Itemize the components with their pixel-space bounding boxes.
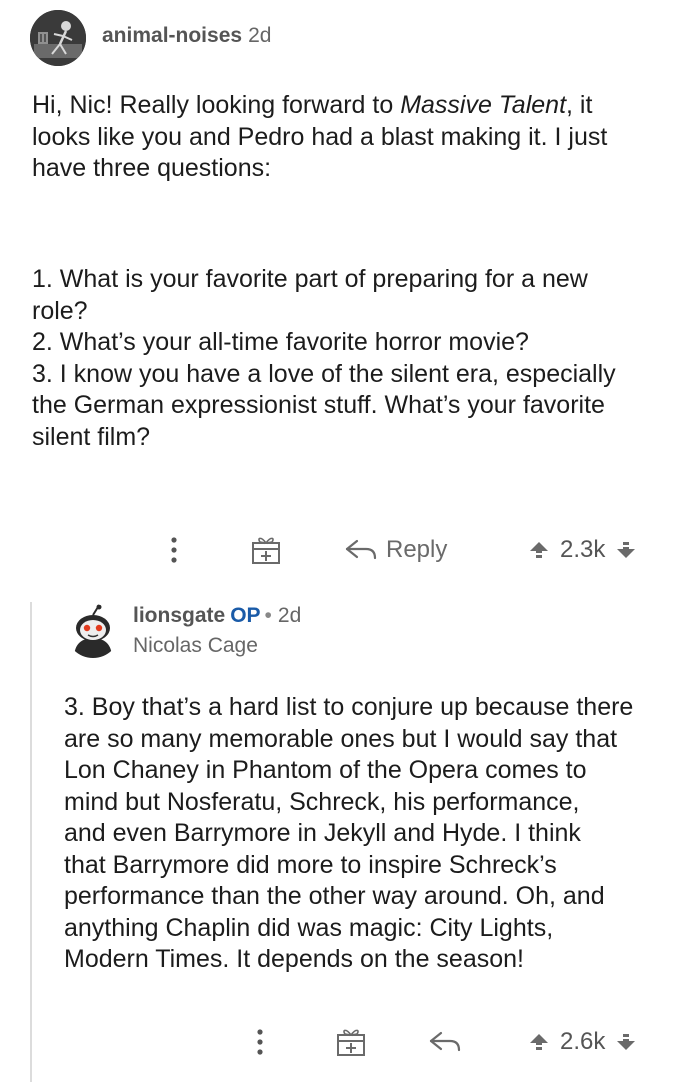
gift-award-icon[interactable] bbox=[334, 1026, 368, 1058]
reply-label[interactable]: Reply bbox=[386, 536, 447, 564]
reply-line: mind but Nosferatu, Schreck, his perform… bbox=[64, 787, 580, 816]
reply-line: Lon Chaney in Phantom of the Opera comes… bbox=[64, 756, 587, 784]
more-vertical-icon[interactable] bbox=[166, 535, 182, 565]
parent-username-text[interactable]: animal-noises bbox=[102, 24, 242, 47]
reply-line: Modern Times. It depends on the season! bbox=[64, 945, 524, 973]
parent-question-line: the German expressionist stuff. What’s y… bbox=[32, 391, 605, 419]
upvote-arrow-icon[interactable] bbox=[528, 539, 550, 561]
reply-arrow-icon bbox=[345, 539, 377, 560]
reply-button[interactable]: Reply bbox=[344, 536, 447, 564]
parent-question-line: 2. What’s your all-time favorite horror … bbox=[32, 328, 529, 356]
thread-indent-line[interactable] bbox=[30, 602, 32, 1082]
reply-username[interactable]: lionsgate OP • 2d bbox=[133, 604, 301, 628]
parent-line-1: Hi, Nic! Really looking forward to Massi… bbox=[32, 91, 593, 119]
reply-line: are so many memorable ones but I would s… bbox=[64, 724, 618, 753]
parent-paragraph-1: Hi, Nic! Really looking forward to Massi… bbox=[32, 90, 672, 185]
parent-question-line: 1. What is your favorite part of prepari… bbox=[32, 265, 588, 293]
vote-score: 2.3k bbox=[560, 536, 606, 563]
parent-question-line: 3. I know you have a love of the silent … bbox=[32, 359, 616, 388]
reply-line: and even Barrymore in Jekyll and Hyde. I… bbox=[64, 819, 581, 847]
movie-title-italic: Massive Talent bbox=[400, 91, 567, 119]
parent-paragraph-2: 1. What is your favorite part of prepari… bbox=[32, 264, 672, 453]
reply-line: that Barrymore did more to inspire Schre… bbox=[64, 850, 557, 879]
snoo-avatar-icon[interactable] bbox=[66, 604, 120, 658]
downvote-arrow-icon[interactable] bbox=[615, 1031, 637, 1053]
parent-username[interactable]: animal-noises 2d bbox=[102, 24, 271, 48]
meta-separator: • bbox=[264, 604, 272, 627]
reply-line: 3. Boy that’s a hard list to conjure up … bbox=[64, 693, 634, 721]
downvote-arrow-icon[interactable] bbox=[615, 539, 637, 561]
reply-arrow-icon[interactable] bbox=[428, 1029, 462, 1055]
parent-line-3: have three questions: bbox=[32, 154, 272, 182]
more-vertical-icon[interactable] bbox=[252, 1027, 268, 1057]
parent-question-line: silent film? bbox=[32, 422, 151, 451]
vote-controls: 2.3k bbox=[528, 536, 637, 564]
skeleton-avatar-icon[interactable] bbox=[30, 10, 86, 66]
upvote-arrow-icon[interactable] bbox=[528, 1031, 550, 1053]
parent-action-bar: Reply 2.3k bbox=[0, 530, 700, 570]
parent-question-line: role? bbox=[32, 296, 88, 325]
reply-body: 3. Boy that’s a hard list to conjure up … bbox=[64, 692, 684, 976]
reply-username-text[interactable]: lionsgate bbox=[133, 604, 225, 627]
op-badge: OP bbox=[230, 604, 261, 627]
reply-line: anything Chaplin did was magic: City Lig… bbox=[64, 913, 554, 942]
vote-controls: 2.6k bbox=[528, 1028, 637, 1056]
parent-line-2: looks like you and Pedro had a blast mak… bbox=[32, 122, 608, 151]
reply-line: performance than the other way around. O… bbox=[64, 882, 605, 910]
gift-award-icon[interactable] bbox=[249, 534, 283, 566]
reply-timestamp: 2d bbox=[277, 604, 302, 627]
user-flair: Nicolas Cage bbox=[133, 634, 258, 657]
vote-score: 2.6k bbox=[560, 1028, 606, 1055]
parent-timestamp: 2d bbox=[248, 24, 272, 47]
reply-action-bar: 2.6k bbox=[0, 1022, 700, 1062]
